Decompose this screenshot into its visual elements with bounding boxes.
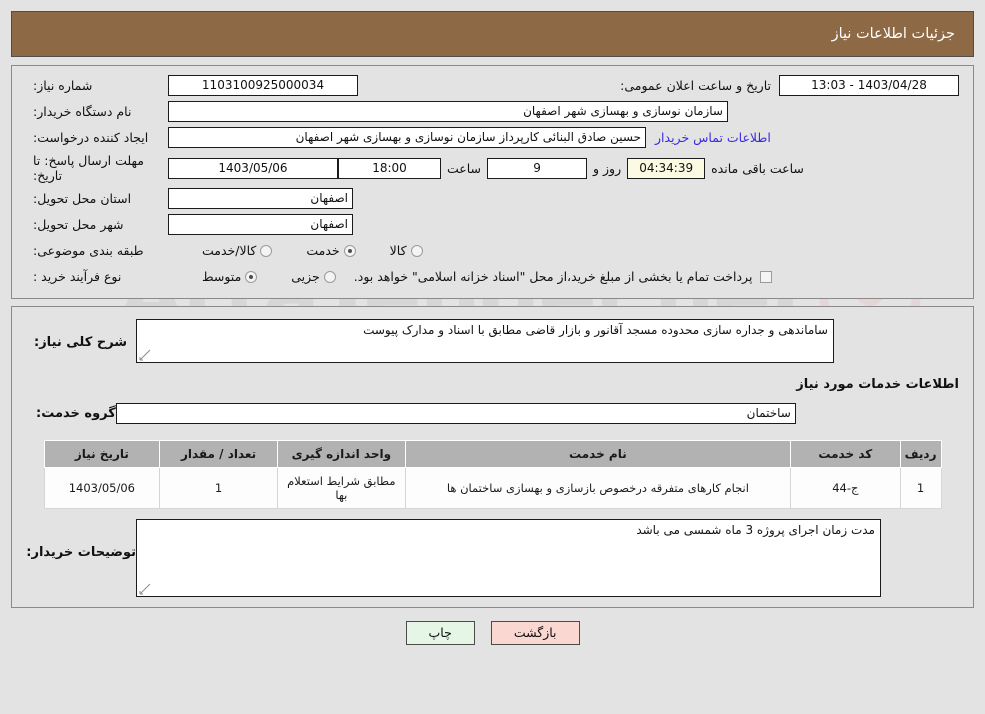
request-creator-label: ایجاد کننده درخواست: [33, 130, 149, 145]
cell-service-name: انجام کارهای متفرقه درخصوص بازسازی و بهس… [404, 467, 792, 509]
row-city: اصفهان شهر محل تحویل: [26, 214, 959, 235]
process-option-motevaset[interactable]: متوسط [202, 269, 258, 284]
column-header-radif: ردیف [899, 440, 942, 468]
radio-icon[interactable] [245, 270, 258, 283]
category-label: طبقه بندی موضوعی: [33, 243, 144, 258]
footer-buttons: بازگشت چاپ [0, 621, 985, 645]
city-value: اصفهان [168, 214, 353, 235]
process-option-label: متوسط [202, 269, 242, 284]
need-number-label: شماره نیاز: [33, 78, 93, 93]
countdown-value: 04:34:39 [627, 157, 706, 179]
radio-icon[interactable] [410, 244, 423, 257]
category-option-khedmat[interactable]: خدمت [306, 243, 356, 258]
process-option-jozii[interactable]: جزیی [291, 269, 336, 284]
buyer-comments-label: توضیحات خریدار: [26, 545, 136, 560]
need-number-value: 1103100925000034 [168, 75, 358, 96]
cell-quantity: 1 [159, 467, 278, 509]
row-process-type: پرداخت تمام یا بخشی از مبلغ خرید،از محل … [26, 266, 959, 287]
need-description-value: ساماندهی و جداره سازی محدوده مسجد آقانور… [363, 323, 828, 337]
need-info-panel: 1403/04/28 - 13:03 تاریخ و ساعت اعلان عم… [11, 65, 974, 299]
need-description-label: شرح کلی نیاز: [34, 335, 128, 350]
need-description-textarea[interactable]: ساماندهی و جداره سازی محدوده مسجد آقانور… [136, 319, 834, 363]
table-row: 1 ج-44 انجام کارهای متفرقه درخصوص بازساز… [43, 467, 942, 509]
checkbox-icon[interactable] [760, 270, 773, 283]
radio-icon[interactable] [260, 244, 273, 257]
services-section-title: اطلاعات خدمات مورد نیاز [796, 377, 959, 392]
deadline-label: مهلت ارسال پاسخ: تا تاریخ: [33, 153, 144, 183]
row-service-group: ساختمان گروه خدمت: [26, 403, 959, 424]
page-header: جزئیات اطلاعات نیاز [11, 11, 974, 57]
row-category: کالا خدمت کالا/خدمت طبقه بندی موضوعی: [26, 240, 959, 261]
service-group-label: گروه خدمت: [36, 406, 116, 421]
days-label: روز و [593, 160, 622, 176]
cell-radif: 1 [899, 467, 942, 509]
city-label: شهر محل تحویل: [33, 217, 124, 232]
category-option-label: کالا/خدمت [202, 243, 257, 258]
row-deadline: ساعت باقی مانده 04:34:39 روز و 9 ساعت 18… [26, 153, 959, 183]
row-buyer-org: سازمان نوسازی و بهسازی شهر اصفهان نام دس… [26, 101, 959, 122]
deadline-time-label: ساعت [447, 160, 482, 176]
buyer-org-label: نام دستگاه خریدار: [33, 104, 132, 119]
cell-need-date: 1403/05/06 [43, 467, 161, 509]
row-buyer-comments: مدت زمان اجرای پروژه 3 ماه شمسی می باشد … [26, 519, 959, 597]
row-need-description: ساماندهی و جداره سازی محدوده مسجد آقانور… [26, 319, 959, 363]
row-request-creator: اطلاعات تماس خریدار حسین صادق البنائی کا… [26, 127, 959, 148]
buyer-comments-value: مدت زمان اجرای پروژه 3 ماه شمسی می باشد [636, 523, 875, 537]
province-value: اصفهان [168, 188, 353, 209]
treasury-checkbox-text: پرداخت تمام یا بخشی از مبلغ خرید،از محل … [353, 269, 753, 284]
category-option-label: کالا [389, 243, 407, 258]
column-header-service-code: کد خدمت [790, 440, 901, 468]
deadline-time-value: 18:00 [338, 157, 441, 179]
process-option-label: جزیی [291, 269, 320, 284]
radio-icon[interactable] [343, 244, 356, 257]
column-header-unit: واحد اندازه گیری [276, 440, 406, 468]
service-group-value: ساختمان [115, 403, 796, 424]
column-header-need-date: تاریخ نیاز [43, 440, 161, 468]
services-table: ردیف کد خدمت نام خدمت واحد اندازه گیری ت… [43, 440, 942, 509]
print-button[interactable]: چاپ [405, 621, 475, 645]
province-label: استان محل تحویل: [33, 191, 132, 206]
services-panel: ساماندهی و جداره سازی محدوده مسجد آقانور… [11, 306, 974, 608]
request-creator-value: حسین صادق البنائی کارپرداز سازمان نوسازی… [168, 127, 646, 148]
buyer-org-value: سازمان نوسازی و بهسازی شهر اصفهان [168, 101, 728, 122]
category-option-label: خدمت [306, 243, 340, 258]
buyer-contact-link[interactable]: اطلاعات تماس خریدار [646, 130, 780, 145]
process-type-radio-group: جزیی متوسط [168, 269, 336, 284]
announce-datetime-value: 1403/04/28 - 13:03 [779, 75, 959, 96]
category-option-kala[interactable]: کالا [390, 243, 423, 258]
return-button[interactable]: بازگشت [490, 621, 580, 645]
buyer-comments-textarea[interactable]: مدت زمان اجرای پروژه 3 ماه شمسی می باشد [136, 519, 881, 597]
row-need-number: 1403/04/28 - 13:03 تاریخ و ساعت اعلان عم… [26, 75, 959, 96]
column-header-service-name: نام خدمت [404, 440, 792, 468]
resize-grip-icon[interactable] [139, 583, 151, 595]
row-province: اصفهان استان محل تحویل: [26, 188, 959, 209]
days-remaining-value: 9 [487, 157, 588, 179]
column-header-quantity: تعداد / مقدار [159, 440, 278, 468]
category-radio-group: کالا خدمت کالا/خدمت [168, 243, 423, 258]
treasury-checkbox-wrap[interactable]: پرداخت تمام یا بخشی از مبلغ خرید،از محل … [354, 269, 773, 284]
table-header-row: ردیف کد خدمت نام خدمت واحد اندازه گیری ت… [43, 440, 942, 468]
page-title: جزئیات اطلاعات نیاز [831, 26, 955, 42]
radio-icon[interactable] [323, 270, 336, 283]
category-option-kala-khedmat[interactable]: کالا/خدمت [202, 243, 273, 258]
cell-service-code: ج-44 [790, 467, 901, 509]
countdown-label: ساعت باقی مانده [711, 160, 804, 176]
cell-unit: مطابق شرایط استعلام بها [276, 467, 406, 509]
deadline-date-value: 1403/05/06 [168, 157, 338, 179]
process-type-label: نوع فرآیند خرید : [33, 269, 122, 284]
resize-grip-icon[interactable] [139, 349, 151, 361]
announce-datetime-label: تاریخ و ساعت اعلان عمومی: [620, 78, 771, 93]
